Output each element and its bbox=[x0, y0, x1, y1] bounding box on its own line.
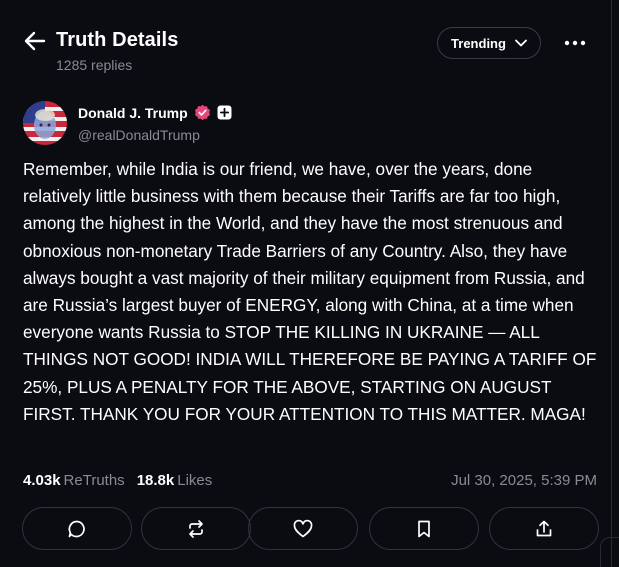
post-timestamp: Jul 30, 2025, 5:39 PM bbox=[451, 472, 597, 489]
reply-count: 1285 replies bbox=[56, 57, 133, 73]
plus-badge-icon bbox=[217, 105, 232, 120]
like-button[interactable] bbox=[248, 507, 358, 550]
retruths-count: 4.03k bbox=[23, 472, 61, 489]
author-handle[interactable]: @realDonaldTrump bbox=[78, 127, 200, 143]
reply-button[interactable] bbox=[22, 507, 132, 550]
author-name-row: Donald J. Trump bbox=[78, 104, 232, 121]
truth-details-panel: Truth Details 1285 replies Trending Dona… bbox=[0, 0, 612, 567]
window-corner bbox=[600, 537, 619, 567]
more-horizontal-icon bbox=[564, 40, 586, 46]
page-title: Truth Details bbox=[56, 29, 179, 51]
retruths-label: ReTruths bbox=[63, 472, 125, 489]
bookmark-button[interactable] bbox=[369, 507, 479, 550]
likes-count: 18.8k bbox=[136, 472, 175, 489]
post-text: Remember, while India is our friend, we … bbox=[23, 159, 597, 424]
share-button[interactable] bbox=[489, 507, 599, 550]
author-name[interactable]: Donald J. Trump bbox=[78, 105, 188, 121]
avatar[interactable] bbox=[23, 101, 67, 145]
more-options-button[interactable] bbox=[560, 32, 590, 54]
back-button[interactable] bbox=[22, 30, 48, 52]
retruths-stat[interactable]: 4.03k ReTruths bbox=[23, 472, 125, 489]
page-header: Truth Details 1285 replies Trending bbox=[0, 0, 612, 90]
verified-badge-icon bbox=[194, 104, 211, 121]
post-stats: 4.03k ReTruths 18.8k Likes bbox=[23, 472, 212, 489]
bookmark-icon bbox=[418, 520, 430, 537]
repost-icon bbox=[189, 519, 203, 538]
sort-dropdown[interactable]: Trending bbox=[437, 27, 541, 59]
heart-icon bbox=[293, 519, 313, 537]
chevron-down-icon bbox=[515, 39, 527, 47]
likes-label: Likes bbox=[177, 472, 213, 489]
share-icon bbox=[536, 520, 552, 536]
retruth-button[interactable] bbox=[141, 507, 251, 550]
sort-label: Trending bbox=[451, 35, 506, 51]
action-bar bbox=[0, 507, 612, 551]
arrow-left-icon bbox=[24, 31, 46, 51]
comment-icon bbox=[68, 520, 85, 537]
likes-stat[interactable]: 18.8k Likes bbox=[137, 472, 213, 489]
